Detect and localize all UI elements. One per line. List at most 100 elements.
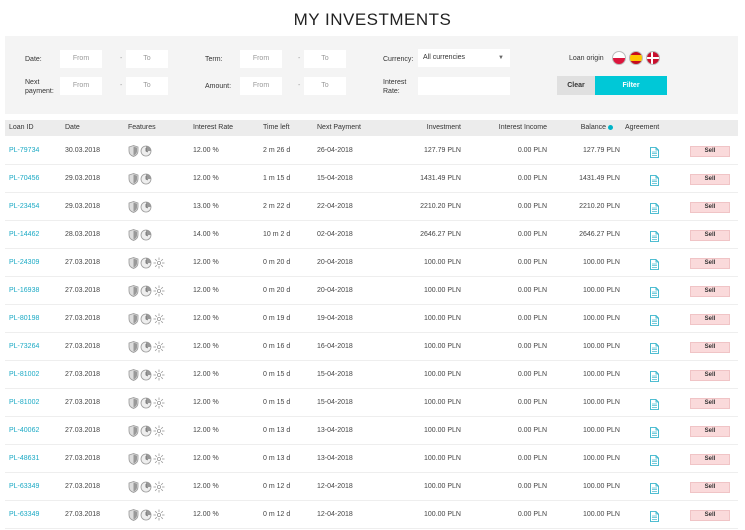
loan-id-link[interactable]: PL-81002 [9,361,39,389]
agreement-document-icon[interactable] [650,257,659,275]
time-left: 10 m 2 d [263,231,291,238]
sell-button[interactable]: Sell [690,174,730,185]
agreement-document-icon[interactable] [650,509,659,527]
agreement-document-icon[interactable] [650,229,659,247]
loan-id-link[interactable]: PL-63349 [9,473,39,501]
agreement-document-icon[interactable] [650,425,659,443]
date-from-input[interactable]: From [60,50,102,68]
sell-button[interactable]: Sell [690,454,730,465]
interest-income: 0.00 PLN [517,147,547,154]
agreement-document-icon[interactable] [650,173,659,191]
loan-id-link[interactable]: PL-80198 [9,305,39,333]
loan-date: 30.03.2018 [65,147,101,154]
sell-button[interactable]: Sell [690,510,730,521]
balance: 100.00 PLN [583,427,620,434]
agreement-document-icon[interactable] [650,369,659,387]
sell-button[interactable]: Sell [690,426,730,437]
interest-income: 0.00 PLN [517,231,547,238]
interest-rate: 12.00 % [193,399,219,406]
col-balance[interactable]: Balance [560,120,613,136]
loan-id-link[interactable]: PL-79734 [9,137,39,165]
loan-id-link[interactable]: PL-73264 [9,333,39,361]
clock-icon [140,285,152,297]
agreement-document-icon[interactable] [650,481,659,499]
table-row: PL-14462 28.03.2018 14.00 % 10 m 2 d 02-04-2… [5,221,738,249]
loan-id-link[interactable]: PL-70456 [9,165,39,193]
loan-date: 27.03.2018 [65,315,101,322]
spain-flag-icon[interactable] [629,51,643,65]
feature-icons [128,341,168,353]
col-date[interactable]: Date [65,120,80,136]
col-investment[interactable]: Investment [395,120,461,136]
col-features: Features [128,124,156,131]
agreement-document-icon[interactable] [650,145,659,163]
loan-id-link[interactable]: PL-23454 [9,193,39,221]
interest-income: 0.00 PLN [517,287,547,294]
sell-button[interactable]: Sell [690,146,730,157]
denmark-flag-icon[interactable] [646,51,660,65]
clock-icon [140,425,152,437]
next-payment-from-input[interactable]: From [60,77,102,95]
sell-button[interactable]: Sell [690,258,730,269]
sun-icon [153,313,165,325]
loan-id-link[interactable]: PL-63349 [9,501,39,529]
sell-button[interactable]: Sell [690,482,730,493]
agreement-document-icon[interactable] [650,341,659,359]
loan-id-link[interactable]: PL-81002 [9,389,39,417]
next-payment: 20-04-2018 [317,287,353,294]
loan-date: 27.03.2018 [65,455,101,462]
table-row: PL-63349 27.03.2018 12.00 % 0 m 12 d 12-04-2… [5,501,738,529]
next-payment: 13-04-2018 [317,455,353,462]
investment-amount: 100.00 PLN [424,483,461,490]
clear-button[interactable]: Clear [557,76,595,95]
sell-button[interactable]: Sell [690,230,730,241]
sell-button[interactable]: Sell [690,342,730,353]
clock-icon [140,481,152,493]
sell-button[interactable]: Sell [690,370,730,381]
filter-panel: Date: From - To Term: From - To Currency… [5,36,738,114]
sell-button[interactable]: Sell [690,202,730,213]
currency-label: Currency: [383,56,414,63]
amount-from-input[interactable]: From [240,77,282,95]
term-to-input[interactable]: To [304,50,346,68]
agreement-document-icon[interactable] [650,285,659,303]
col-interest-rate[interactable]: Interest Rate [193,120,233,136]
agreement-document-icon[interactable] [650,201,659,219]
currency-select[interactable]: All currencies ▼ [418,49,510,67]
info-icon[interactable] [608,124,613,130]
loan-date: 27.03.2018 [65,399,101,406]
date-to-input[interactable]: To [126,50,168,68]
loan-id-link[interactable]: PL-48631 [9,445,39,473]
sell-button[interactable]: Sell [690,314,730,325]
agreement-document-icon[interactable] [650,397,659,415]
loan-id-link[interactable]: PL-24309 [9,249,39,277]
loan-date: 27.03.2018 [65,427,101,434]
investment-amount: 100.00 PLN [424,343,461,350]
term-from-input[interactable]: From [240,50,282,68]
shield-icon [128,173,139,185]
investment-amount: 100.00 PLN [424,511,461,518]
next-payment-to-input[interactable]: To [126,77,168,95]
filter-button[interactable]: Filter [595,76,667,95]
clock-icon [140,257,152,269]
loan-id-link[interactable]: PL-14462 [9,221,39,249]
col-interest-income[interactable]: Interest Income [475,120,547,136]
poland-flag-icon[interactable] [612,51,626,65]
balance: 100.00 PLN [583,511,620,518]
agreement-document-icon[interactable] [650,453,659,471]
next-payment: 15-04-2018 [317,371,353,378]
time-left: 0 m 20 d [263,259,291,266]
interest-income: 0.00 PLN [517,259,547,266]
agreement-document-icon[interactable] [650,313,659,331]
interest-rate-input[interactable] [418,77,510,95]
sell-button[interactable]: Sell [690,398,730,409]
amount-to-input[interactable]: To [304,77,346,95]
interest-rate: 12.00 % [193,483,219,490]
loan-id-link[interactable]: PL-40062 [9,417,39,445]
sell-button[interactable]: Sell [690,286,730,297]
col-time-left[interactable]: Time left [263,120,290,136]
sun-icon [153,397,165,409]
col-next-payment[interactable]: Next Payment [317,120,361,136]
col-loan-id[interactable]: Loan ID [9,120,34,136]
loan-id-link[interactable]: PL-16938 [9,277,39,305]
